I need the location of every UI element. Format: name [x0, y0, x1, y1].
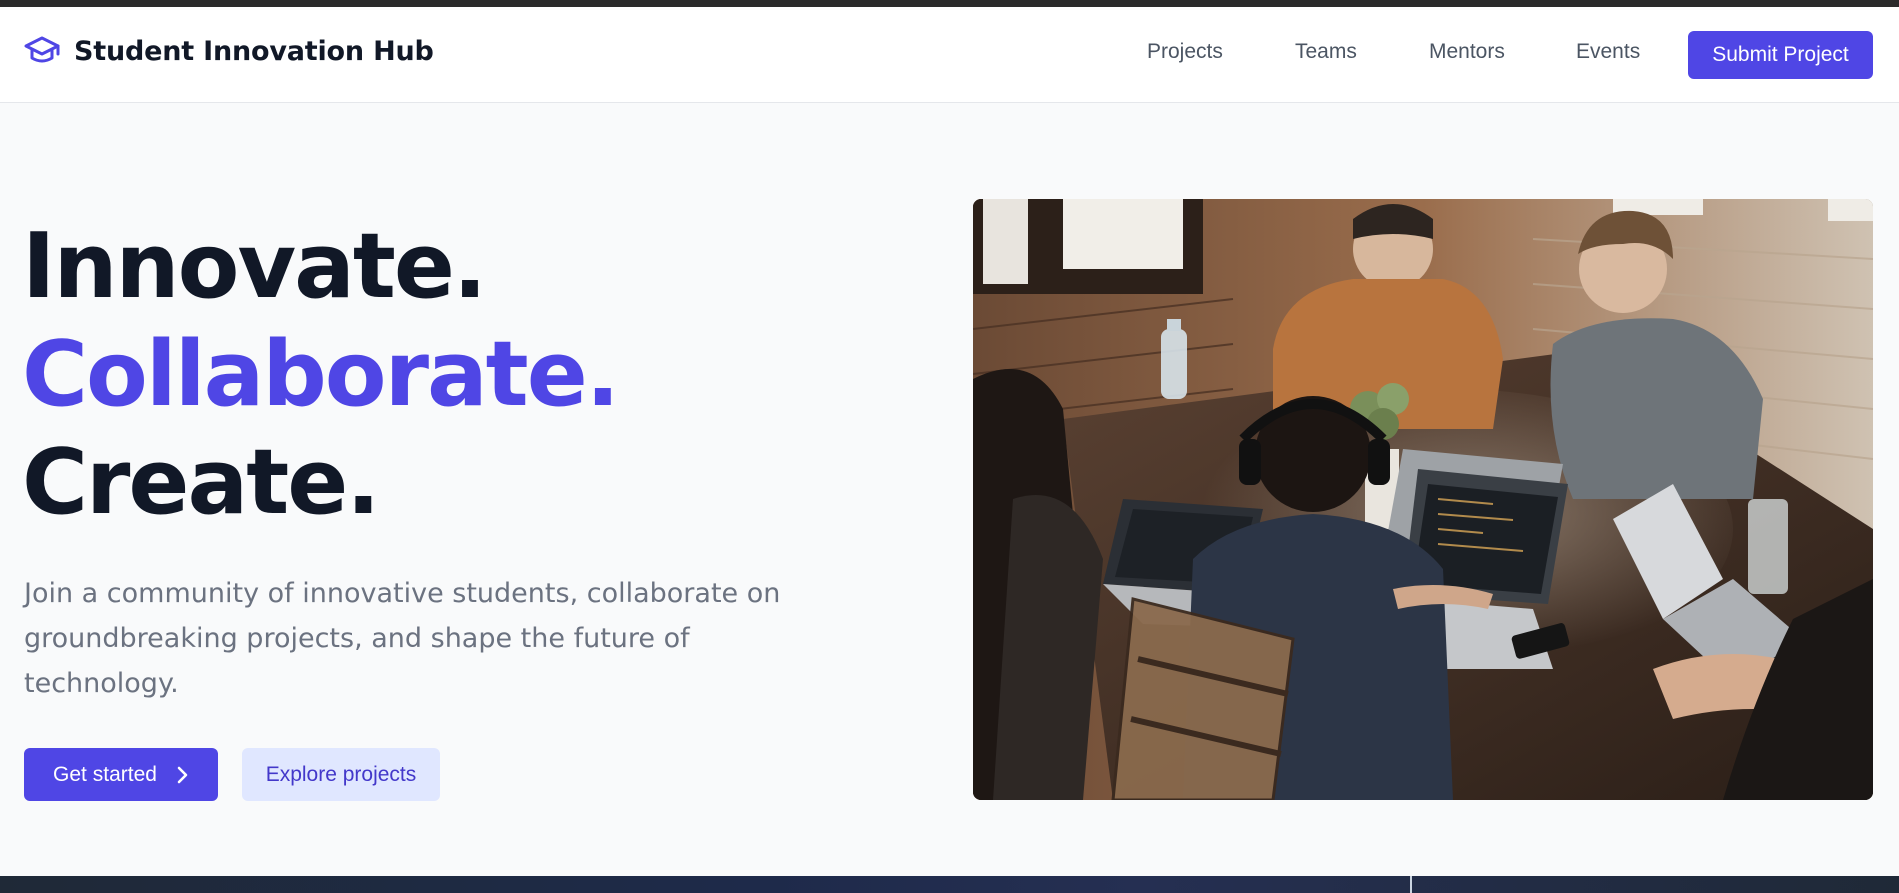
hero-subtext: Join a community of innovative students,…: [24, 578, 781, 699]
nav-link-teams[interactable]: Teams: [1295, 40, 1357, 64]
graduation-cap-icon: [24, 35, 60, 67]
brand-name: Student Innovation Hub: [74, 35, 434, 67]
top-navbar: Student Innovation Hub Projects Teams Me…: [0, 7, 1899, 103]
get-started-button[interactable]: Get started: [24, 748, 218, 801]
chevron-right-icon: [175, 765, 189, 785]
headline-line-innovate: Innovate.: [22, 214, 487, 319]
students-collaborating-photo: [973, 199, 1873, 800]
nav-link-projects[interactable]: Projects: [1147, 40, 1223, 64]
page: Student Innovation Hub Projects Teams Me…: [0, 7, 1899, 885]
hero-headline: Innovate. Collaborate. Create.: [22, 213, 620, 537]
explore-projects-button[interactable]: Explore projects: [242, 748, 440, 801]
next-section-preview: [0, 876, 1899, 893]
headline-line-create: Create.: [22, 430, 380, 535]
nav-link-events[interactable]: Events: [1576, 40, 1640, 64]
brand[interactable]: Student Innovation Hub: [24, 35, 434, 67]
submit-project-button[interactable]: Submit Project: [1688, 31, 1873, 79]
headline-line-collaborate: Collaborate.: [22, 322, 620, 427]
get-started-label: Get started: [53, 762, 157, 786]
nav-link-mentors[interactable]: Mentors: [1429, 40, 1505, 64]
section-divider: [1410, 876, 1412, 893]
